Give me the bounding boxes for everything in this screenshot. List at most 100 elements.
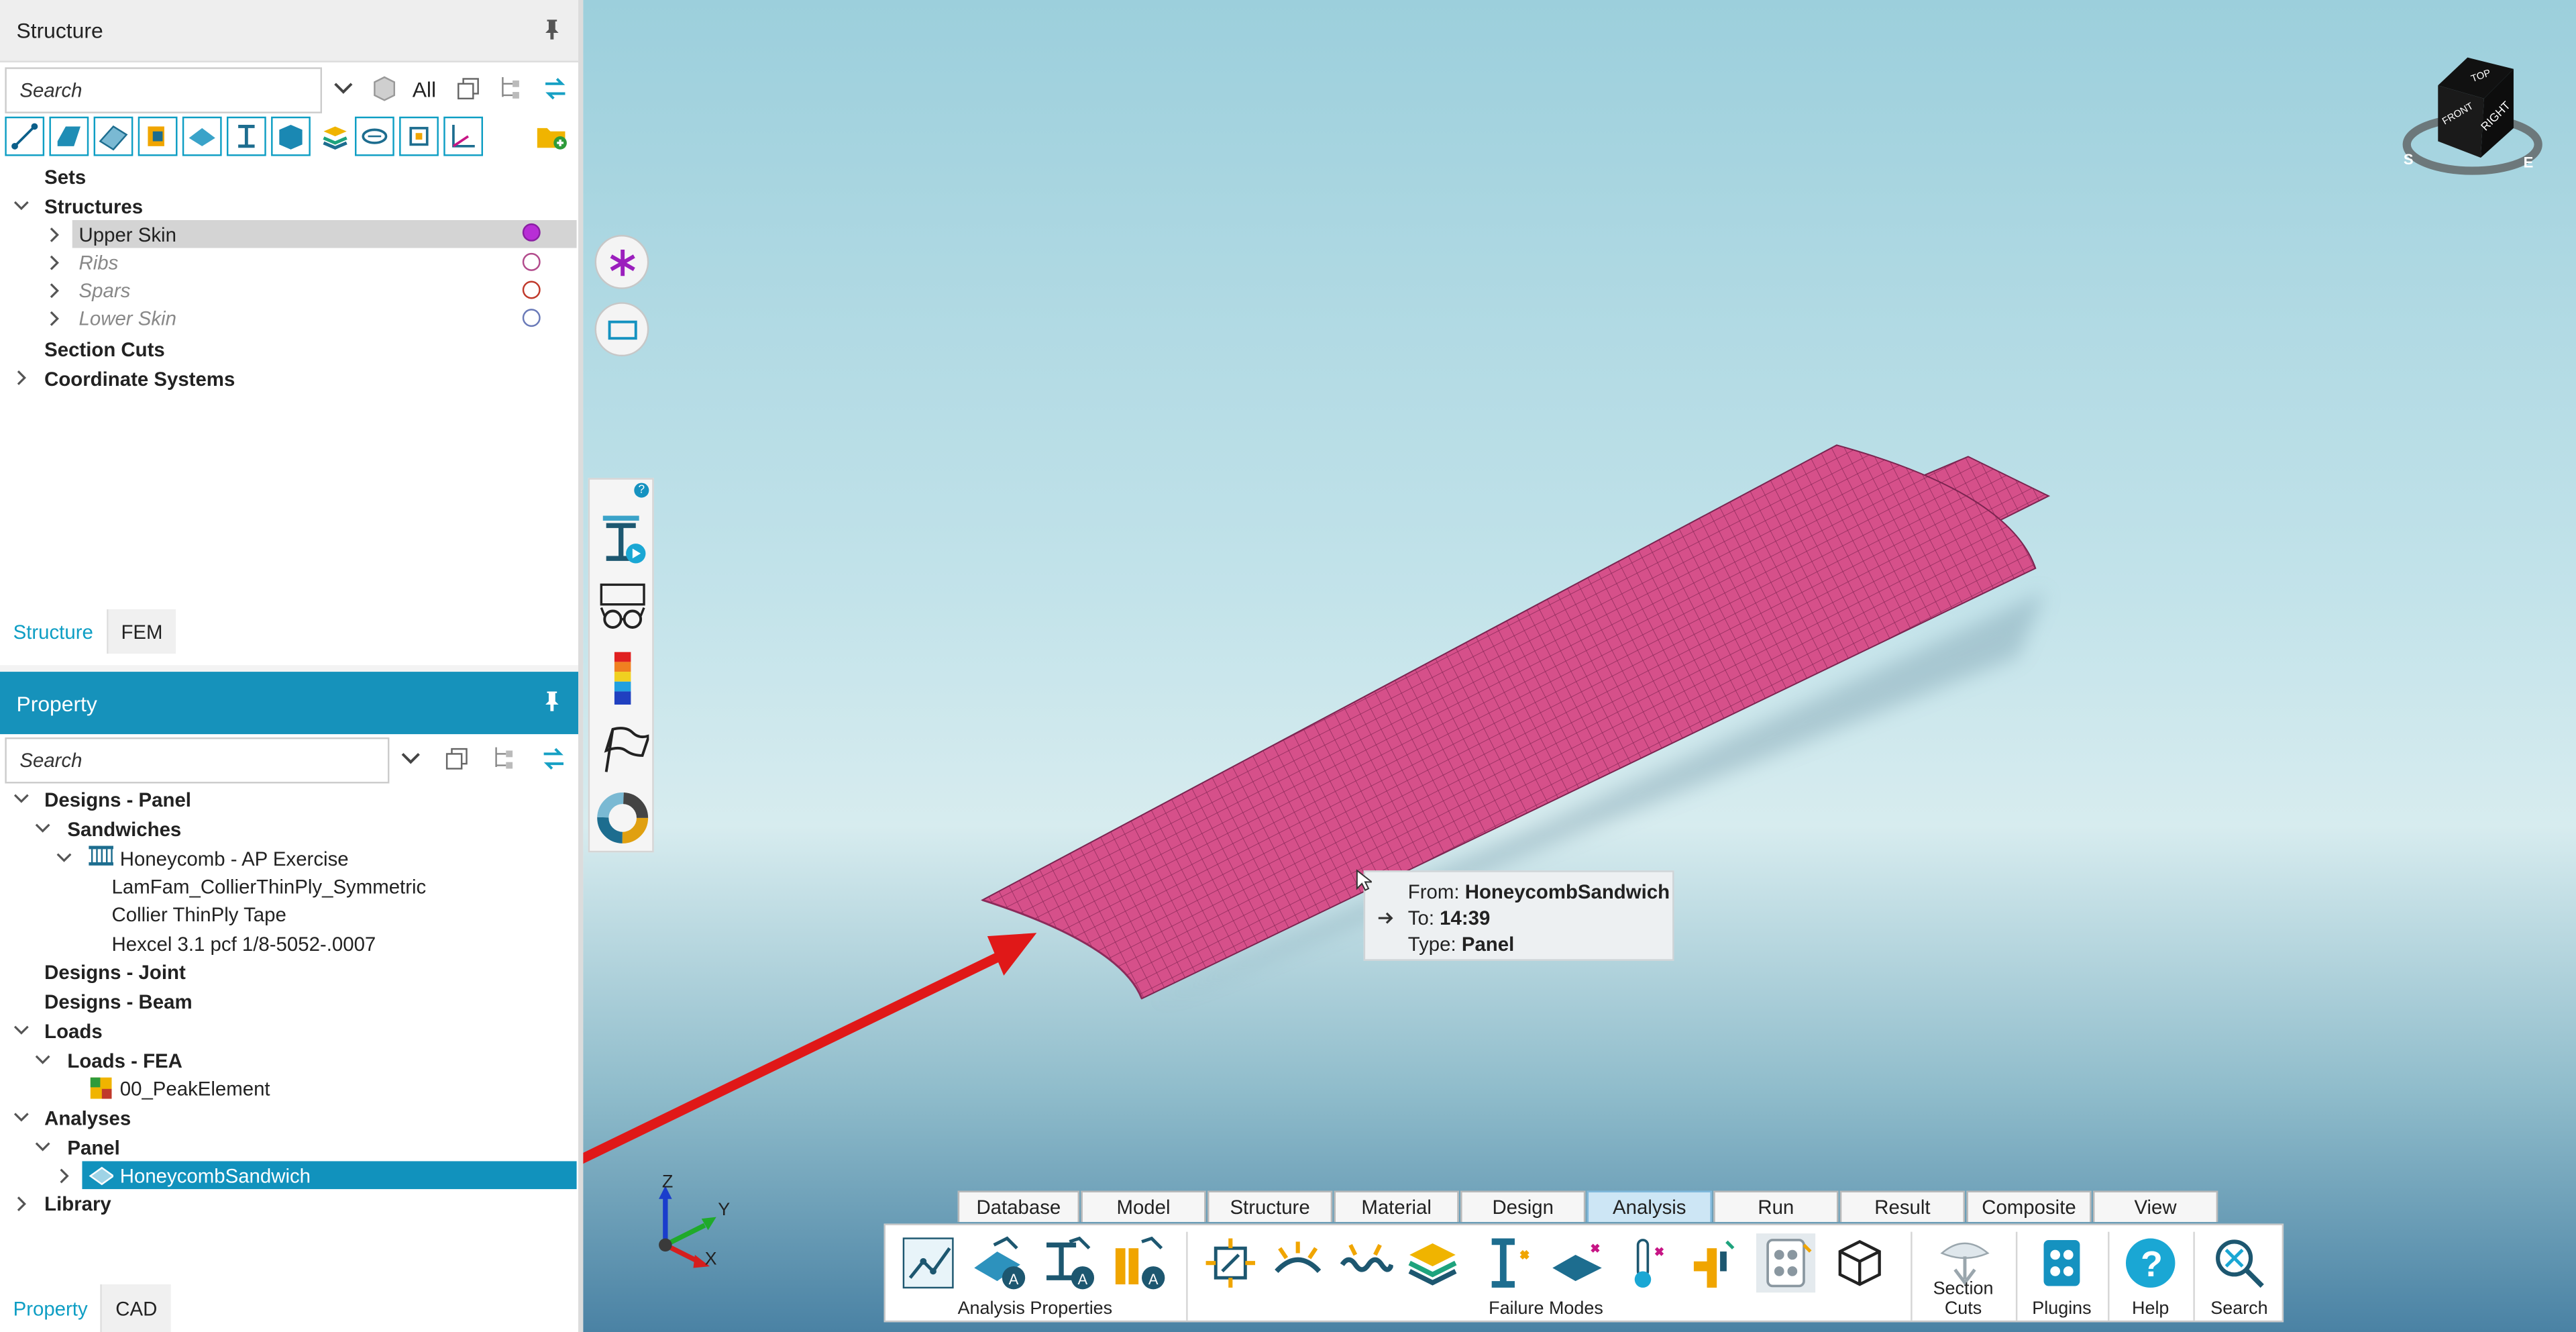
thermal-button[interactable]	[1615, 1233, 1674, 1292]
analysis-chart-button[interactable]	[899, 1233, 958, 1292]
property-search-input[interactable]: Search	[5, 737, 390, 784]
chevron-down-icon[interactable]	[13, 790, 30, 806]
outlet-failure-button[interactable]	[1756, 1233, 1816, 1293]
chevron-right-icon[interactable]	[56, 1168, 72, 1184]
buckling-button[interactable]	[1201, 1233, 1260, 1292]
airfoil-icon[interactable]	[354, 116, 394, 156]
tree-item-designs-panel[interactable]: Designs - Panel	[44, 785, 191, 813]
chevron-down-icon[interactable]	[13, 1021, 30, 1037]
tab-structure-ribbon[interactable]: Structure	[1208, 1190, 1333, 1223]
tree-item-loads-fea[interactable]: Loads - FEA	[67, 1046, 182, 1074]
all-label[interactable]: All	[413, 77, 436, 102]
folder-add-icon[interactable]	[532, 117, 572, 156]
cube-filter-icon[interactable]	[371, 74, 397, 103]
tab-property[interactable]: Property	[0, 1284, 103, 1332]
crippling-button[interactable]	[1269, 1233, 1328, 1292]
panel-divider[interactable]	[578, 0, 584, 1332]
laminate-failure-button[interactable]	[1403, 1233, 1462, 1292]
panel-analysis-button[interactable]: A	[971, 1233, 1030, 1292]
chevron-down-icon[interactable]	[401, 751, 421, 767]
block-icon[interactable]	[271, 116, 311, 156]
solid-icon[interactable]	[49, 116, 89, 156]
compass-south[interactable]: S	[2404, 151, 2414, 168]
coordinate-system-icon[interactable]	[443, 116, 484, 156]
tab-view[interactable]: View	[2093, 1190, 2218, 1223]
i-beam-icon[interactable]	[226, 116, 266, 156]
chevron-right-icon[interactable]	[46, 254, 62, 270]
tab-cad[interactable]: CAD	[102, 1284, 170, 1332]
nodes-icon[interactable]	[5, 116, 45, 156]
color-swatch-spars[interactable]	[522, 280, 541, 299]
box-failure-button[interactable]	[1830, 1233, 1889, 1292]
layers-icon[interactable]	[315, 117, 355, 156]
tree-item-designs-joint[interactable]: Designs - Joint	[44, 958, 186, 986]
chevron-down-icon[interactable]	[13, 1109, 30, 1125]
beam-analysis-button[interactable]: A	[1040, 1233, 1099, 1292]
tree-item-lower-skin[interactable]: Lower Skin	[79, 304, 176, 332]
tab-result[interactable]: Result	[1839, 1190, 1965, 1223]
tab-run[interactable]: Run	[1713, 1190, 1839, 1223]
chevron-right-icon[interactable]	[46, 311, 62, 327]
chevron-down-icon[interactable]	[34, 819, 50, 835]
beam-element-icon[interactable]	[138, 116, 178, 156]
3d-viewport[interactable]: ? TOP FRONT RIGHT S E From: HoneycombSan…	[583, 0, 2576, 1332]
chevron-down-icon[interactable]	[34, 1138, 50, 1154]
tree-item-spars[interactable]: Spars	[79, 276, 131, 304]
flag-button[interactable]	[596, 723, 651, 775]
tab-fem[interactable]: FEM	[107, 609, 176, 654]
tab-structure[interactable]: Structure	[0, 609, 108, 654]
chevron-down-icon[interactable]	[34, 1051, 50, 1067]
structure-search-input[interactable]: Search	[5, 67, 323, 113]
tree-item-peak-element[interactable]: 00_PeakElement	[120, 1074, 270, 1103]
tree-item-sets[interactable]: Sets	[44, 162, 86, 191]
pin-icon[interactable]	[542, 690, 561, 713]
tab-design[interactable]: Design	[1460, 1190, 1586, 1223]
chip-icon[interactable]	[399, 116, 439, 156]
compass-east[interactable]: E	[2524, 154, 2534, 171]
search-button[interactable]	[2210, 1233, 2269, 1292]
chevron-down-icon[interactable]	[56, 849, 72, 865]
tree-item-honeycomb-ap-exercise[interactable]: Honeycomb - AP Exercise	[120, 844, 349, 872]
snap-mode-button[interactable]	[594, 235, 649, 289]
view-cube[interactable]: TOP FRONT RIGHT S E	[2399, 49, 2546, 181]
tree-item-library[interactable]: Library	[44, 1189, 111, 1217]
chevron-right-icon[interactable]	[46, 227, 62, 243]
panel-failure-button[interactable]	[1548, 1233, 1607, 1292]
view-glasses-button[interactable]	[596, 581, 649, 633]
beam-display-button[interactable]	[596, 513, 649, 568]
tab-model[interactable]: Model	[1081, 1190, 1206, 1223]
tree-item-hexcel[interactable]: Hexcel 3.1 pcf 1/8-5052-.0007	[112, 929, 376, 958]
tree-item-section-cuts[interactable]: Section Cuts	[44, 335, 165, 363]
tree-item-panel[interactable]: Panel	[67, 1133, 119, 1162]
contour-legend-button[interactable]	[596, 650, 649, 706]
chevron-down-icon[interactable]	[13, 197, 30, 213]
joint-failure-button[interactable]	[1686, 1233, 1745, 1292]
wrinkling-button[interactable]	[1336, 1233, 1395, 1292]
chevron-down-icon[interactable]	[333, 81, 353, 97]
help-button[interactable]: ?	[2121, 1233, 2180, 1292]
pin-icon[interactable]	[542, 18, 561, 41]
tree-item-analyses[interactable]: Analyses	[44, 1104, 131, 1132]
collapse-all-icon[interactable]	[445, 748, 468, 770]
tree-item-lamfam[interactable]: LamFam_CollierThinPly_Symmetric	[112, 872, 427, 901]
color-wheel-button[interactable]	[596, 792, 649, 844]
tree-item-ribs[interactable]: Ribs	[79, 248, 119, 276]
joint-analysis-button[interactable]: A	[1109, 1233, 1168, 1292]
tab-material[interactable]: Material	[1334, 1190, 1459, 1223]
collapse-all-icon[interactable]	[457, 77, 480, 100]
chevron-right-icon[interactable]	[46, 283, 62, 299]
chevron-right-icon[interactable]	[13, 1196, 30, 1212]
tab-composite[interactable]: Composite	[1966, 1190, 2092, 1223]
color-swatch-ribs[interactable]	[522, 252, 541, 271]
sync-icon[interactable]	[542, 76, 568, 102]
beam-failure-button[interactable]	[1477, 1233, 1536, 1292]
sync-icon[interactable]	[541, 746, 567, 772]
plugins-button[interactable]	[2032, 1233, 2091, 1292]
tab-analysis[interactable]: Analysis	[1587, 1190, 1712, 1223]
plate-icon[interactable]	[182, 116, 222, 156]
color-swatch-lower-skin[interactable]	[522, 309, 541, 327]
box-select-button[interactable]	[594, 302, 649, 357]
help-badge[interactable]: ?	[634, 482, 649, 498]
tree-view-icon[interactable]	[493, 746, 516, 772]
tree-item-structures[interactable]: Structures	[44, 192, 143, 220]
